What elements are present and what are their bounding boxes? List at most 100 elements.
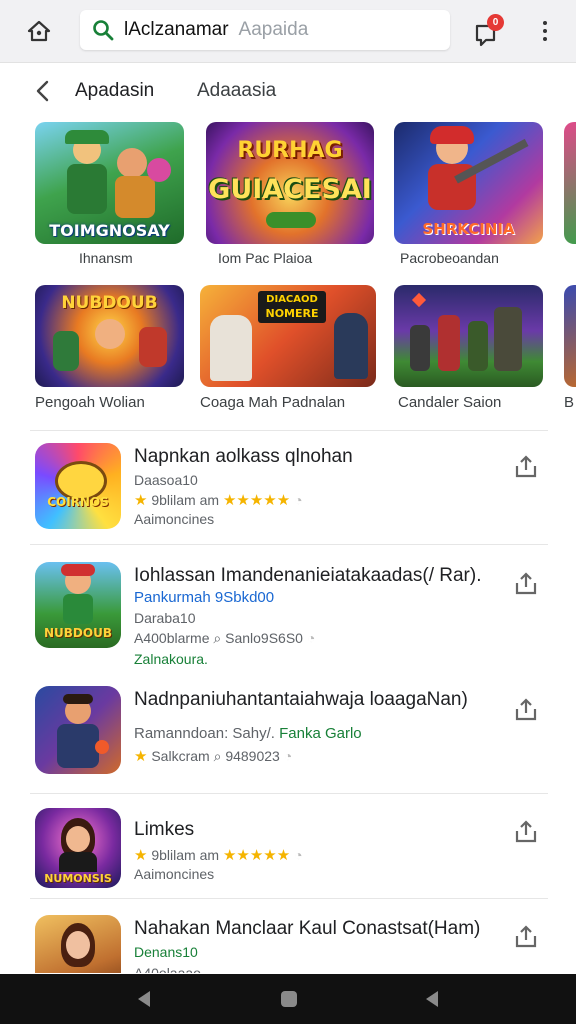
list-item[interactable]: NUMONSIS Limkes ★ 9blilam am ★★★★★ ◔ Aai…: [0, 808, 576, 898]
system-nav-bar: [0, 974, 576, 1024]
tab-apadasin[interactable]: Apadasin: [75, 80, 154, 102]
info-icon: ◔: [294, 847, 303, 863]
app-category: Aaimoncines: [134, 511, 215, 527]
list-item[interactable]: Nadnpaniuhantantaiahwaja loaagaNan) Rama…: [0, 686, 576, 786]
app-icon: [35, 915, 121, 973]
divider: [30, 430, 548, 431]
search-placeholder: Aapaida: [238, 19, 309, 40]
home-icon[interactable]: [22, 14, 56, 48]
app-icon: NUBDOUB: [35, 562, 121, 648]
art-title: SHRKCINIA: [422, 220, 515, 238]
list-item[interactable]: NUBDOUB Iohlassan Imandenanieiatakaadas(…: [0, 562, 576, 672]
game-artwork: [564, 285, 576, 387]
info-icon: ◔: [306, 630, 316, 646]
game-artwork: SHRKCINIA: [394, 122, 543, 244]
tile-caption: Pengoah Wolian: [35, 394, 145, 411]
rating-text: 9blilam am: [151, 847, 220, 863]
search-query[interactable]: lAclzanamar: [124, 19, 229, 41]
search-icon: [93, 20, 114, 41]
list-item[interactable]: Nahakan Manclaar Kaul Conastsat(Ham) Den…: [0, 915, 576, 973]
star-icon: ★★★★★: [222, 492, 291, 509]
featured-tile[interactable]: Candaler Saion: [394, 285, 543, 411]
app-developer: Pankurmah 9Sbkd00: [134, 589, 275, 606]
share-icon[interactable]: [512, 696, 540, 724]
art-top-text: RURHAG: [237, 138, 343, 163]
app-size: A400blarme: [134, 630, 210, 646]
app-developer: Ramanndoan: Sahy/.: [134, 725, 275, 742]
app-status: Zalnakoura.: [134, 651, 208, 667]
tile-caption: Pacrobeoandan: [400, 250, 499, 266]
game-artwork: NUBDOUB: [35, 285, 184, 387]
tab-adaaasia[interactable]: Adaaasia: [197, 80, 276, 102]
game-artwork: TOIMGNOSAY: [35, 122, 184, 244]
featured-tile[interactable]: DIACAOD NOMERE Coaga Mah Padnalan: [200, 285, 376, 411]
section-nav: Apadasin Adaaasia: [0, 74, 576, 108]
share-icon[interactable]: [512, 453, 540, 481]
app-category: Aaimoncines: [134, 866, 215, 882]
app-publisher: Fanka Garlo: [279, 725, 362, 742]
app-title: Iohlassan Imandenanieiatakaadas(/ Rar).: [134, 565, 482, 586]
game-artwork: [564, 122, 576, 244]
app-rating-row: ★ 9blilam am ★★★★★ ◔: [134, 846, 303, 864]
app-title: Nahakan Manclaar Kaul Conastsat(Ham): [134, 918, 481, 939]
tile-caption: Iom Pac Plaioa: [218, 250, 313, 266]
nav-home-icon[interactable]: [279, 989, 299, 1009]
app-icon: [35, 686, 121, 774]
more-icon[interactable]: [530, 14, 560, 48]
share-icon[interactable]: [512, 570, 540, 598]
app-developer-row: Ramanndoan: Sahy/. Fanka Garlo: [134, 725, 362, 742]
featured-tile[interactable]: NUBDOUB Pengoah Wolian: [35, 285, 184, 411]
tile-caption: Coaga Mah Padnalan: [200, 394, 346, 411]
featured-tile-partial[interactable]: [564, 122, 576, 244]
app-icon-label: COIRNOS: [47, 495, 109, 509]
share-icon[interactable]: [512, 923, 540, 951]
app-title: Limkes: [134, 819, 195, 840]
tile-caption: Ihnansm: [79, 250, 133, 266]
info-icon: ◔: [283, 748, 293, 764]
game-artwork: [394, 285, 543, 387]
star-icon: ★: [134, 492, 148, 509]
app-downloads: 9489023: [225, 748, 280, 764]
app-icon: COIRNOS: [35, 443, 121, 529]
featured-tile[interactable]: SHRKCINIA Pacrobeoandan: [394, 122, 543, 266]
app-icon-label: NUBDOUB: [44, 626, 112, 640]
featured-tile-partial[interactable]: B: [564, 285, 576, 411]
app-title: Napnkan aolkass qlnohan: [134, 446, 353, 467]
app-developer: Denans10: [134, 944, 198, 960]
featured-tile[interactable]: TOIMGNOSAY Ihnansm: [35, 122, 184, 266]
featured-row-1: TOIMGNOSAY Ihnansm RURHAG GUIACESAI Iom …: [0, 122, 576, 272]
app-developer: Daasoa10: [134, 472, 198, 488]
art-title: TOIMGNOSAY: [49, 221, 170, 240]
star-icon: ★: [134, 847, 148, 864]
nav-recent-icon[interactable]: [422, 989, 442, 1009]
app-meta-row: A400blarme ⌕ Sanlo9S6S0 ◔: [134, 630, 315, 647]
featured-tile[interactable]: RURHAG GUIACESAI Iom Pac Plaioa: [206, 122, 374, 266]
tile-caption: Candaler Saion: [398, 394, 502, 411]
list-item[interactable]: COIRNOS Napnkan aolkass qlnohan Daasoa10…: [0, 443, 576, 543]
tile-caption: B: [564, 394, 575, 411]
featured-row-2: NUBDOUB Pengoah Wolian DIACAOD NOMERE Co…: [0, 285, 576, 415]
notification-button[interactable]: 0: [470, 14, 504, 48]
app-icon: NUMONSIS: [35, 808, 121, 888]
search-bar[interactable]: lAclzanamar Aapaida: [80, 10, 450, 50]
game-artwork: RURHAG GUIACESAI: [206, 122, 374, 244]
notification-badge: 0: [487, 14, 504, 31]
art-title: NOMERE: [265, 307, 319, 320]
app-version: Daraba10: [134, 610, 196, 626]
art-top-text: DIACAOD: [266, 294, 318, 305]
back-icon[interactable]: [32, 78, 56, 104]
art-title: NUBDOUB: [61, 293, 158, 313]
art-title: GUIACESAI: [208, 174, 372, 205]
app-size: A40olaaao: [134, 965, 201, 973]
app-downloads: Sanlo9S6S0: [225, 630, 303, 646]
nav-back-icon[interactable]: [134, 989, 154, 1009]
top-bar: lAclzanamar Aapaida 0: [0, 0, 576, 63]
rating-text: 9blilam am: [151, 492, 220, 508]
app-title: Nadnpaniuhantantaiahwaja loaagaNan): [134, 689, 468, 710]
app-rating-row: ★ Salkcram ⌕ 9489023 ◔: [134, 747, 292, 765]
share-icon[interactable]: [512, 818, 540, 846]
game-artwork: DIACAOD NOMERE: [200, 285, 376, 387]
comment-icon: ⌕: [213, 748, 222, 764]
info-icon: ◔: [294, 492, 303, 508]
divider: [30, 544, 548, 545]
